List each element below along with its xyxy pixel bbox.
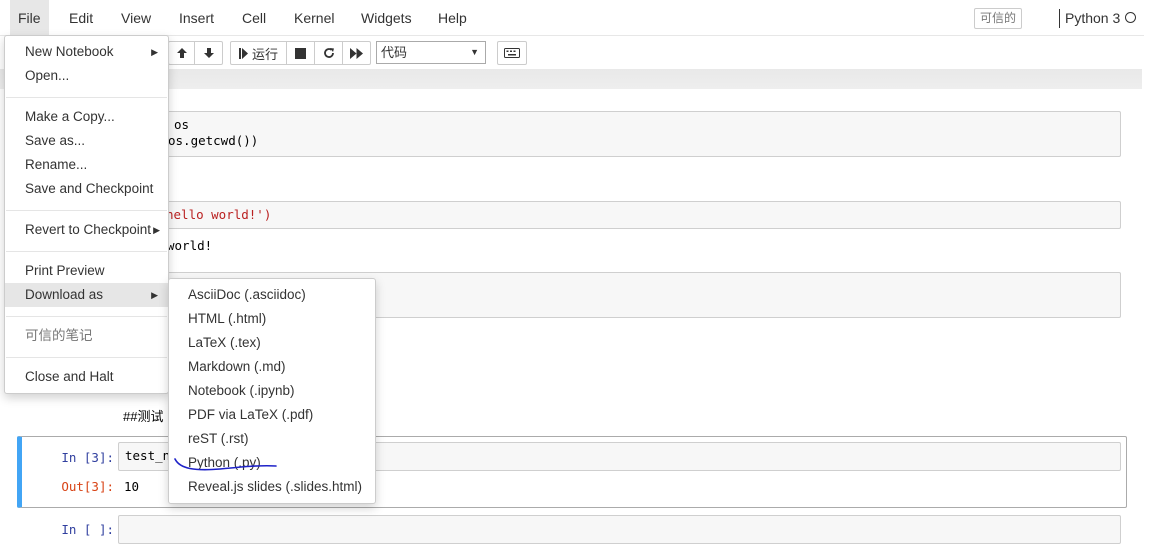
- menu-kernel[interactable]: Kernel: [286, 0, 342, 36]
- cell-type-select[interactable]: 代码 ▼: [376, 41, 486, 64]
- menu-item-revert-checkpoint[interactable]: Revert to Checkpoint: [25, 219, 151, 241]
- cell-2-output: world!: [167, 238, 213, 253]
- menu-item-open[interactable]: Open...: [25, 65, 69, 87]
- fast-forward-icon: [350, 47, 363, 59]
- cell-2-code-area[interactable]: hello world!'): [118, 201, 1121, 229]
- markdown-cell-text: ##测试: [123, 409, 164, 424]
- stop-icon: [295, 47, 306, 59]
- menu-divider: [6, 251, 167, 252]
- command-palette-button[interactable]: [497, 41, 527, 65]
- file-menu-dropdown: New Notebook ▶ Open... Make a Copy... Sa…: [4, 35, 169, 394]
- keyboard-icon: [504, 48, 520, 58]
- cell-1-line-2: os.getcwd()): [168, 133, 259, 148]
- cell-4-out-prompt: Out[3]:: [61, 479, 114, 494]
- arrow-down-icon: [203, 48, 214, 58]
- hand-drawn-underline-annotation: [174, 458, 277, 471]
- header-divider: [0, 69, 1142, 89]
- move-up-button[interactable]: [168, 41, 195, 65]
- cell-5-in-prompt: In [ ]:: [61, 522, 114, 537]
- menu-widgets[interactable]: Widgets: [353, 0, 420, 36]
- menu-item-make-copy[interactable]: Make a Copy...: [25, 106, 115, 128]
- menu-file[interactable]: File: [10, 0, 49, 36]
- caret-right-icon: ▶: [151, 290, 158, 300]
- download-reveal-slides[interactable]: Reveal.js slides (.slides.html): [188, 476, 362, 498]
- menu-cell[interactable]: Cell: [234, 0, 274, 36]
- cell-5-code-area[interactable]: [118, 515, 1121, 544]
- cell-type-value: 代码: [381, 45, 408, 60]
- caret-right-icon: ▶: [153, 225, 160, 235]
- menu-item-save-as[interactable]: Save as...: [25, 130, 85, 152]
- menu-insert[interactable]: Insert: [171, 0, 222, 36]
- cell-1-code-area[interactable]: os os.getcwd()): [118, 111, 1121, 157]
- download-html[interactable]: HTML (.html): [188, 308, 266, 330]
- menu-divider: [6, 316, 167, 317]
- menu-item-print-preview[interactable]: Print Preview: [25, 260, 105, 282]
- run-label: 运行: [251, 46, 278, 62]
- new-notebook-label: New Notebook: [25, 44, 114, 59]
- cell-1-line-1: os: [174, 117, 190, 132]
- menu-divider: [6, 357, 167, 358]
- menu-divider: [6, 97, 167, 98]
- restart-run-all-button[interactable]: [342, 41, 371, 65]
- menu-item-save-checkpoint[interactable]: Save and Checkpoint: [25, 178, 153, 200]
- menu-view[interactable]: View: [113, 0, 159, 36]
- menu-item-trusted-notebook[interactable]: 可信的笔记: [25, 325, 93, 347]
- restart-button[interactable]: [314, 41, 343, 65]
- menu-item-rename[interactable]: Rename...: [25, 154, 87, 176]
- menu-divider: [6, 210, 167, 211]
- menu-item-close-halt[interactable]: Close and Halt: [25, 366, 114, 388]
- kernel-idle-indicator-icon: [1125, 12, 1136, 23]
- chevron-down-icon: ▼: [470, 47, 479, 57]
- menu-item-new-notebook[interactable]: New Notebook: [25, 41, 114, 63]
- menu-help[interactable]: Help: [430, 0, 475, 36]
- download-pdf[interactable]: PDF via LaTeX (.pdf): [188, 404, 313, 426]
- download-markdown[interactable]: Markdown (.md): [188, 356, 286, 378]
- download-rest[interactable]: reST (.rst): [188, 428, 249, 450]
- caret-right-icon: ▶: [151, 47, 158, 57]
- interrupt-button[interactable]: [286, 41, 315, 65]
- refresh-icon: [323, 48, 334, 58]
- menu-item-download-as[interactable]: Download as: [5, 283, 168, 307]
- download-latex[interactable]: LaTeX (.tex): [188, 332, 261, 354]
- download-notebook[interactable]: Notebook (.ipynb): [188, 380, 295, 402]
- download-asciidoc[interactable]: AsciiDoc (.asciidoc): [188, 284, 306, 306]
- arrow-up-icon: [176, 48, 187, 58]
- menubar: File Edit View Insert Cell Kernel Widget…: [0, 0, 1144, 36]
- cell-4-in-prompt: In [3]:: [61, 450, 114, 465]
- cell-2-line: hello world!'): [166, 207, 272, 222]
- menu-edit[interactable]: Edit: [61, 0, 101, 36]
- run-button[interactable]: 运行: [230, 41, 287, 65]
- move-down-button[interactable]: [194, 41, 223, 65]
- trusted-badge[interactable]: 可信的: [974, 8, 1022, 29]
- step-forward-icon: [238, 47, 248, 59]
- kernel-name: Python 3: [1059, 9, 1120, 28]
- cell-4-output: 10: [124, 479, 140, 494]
